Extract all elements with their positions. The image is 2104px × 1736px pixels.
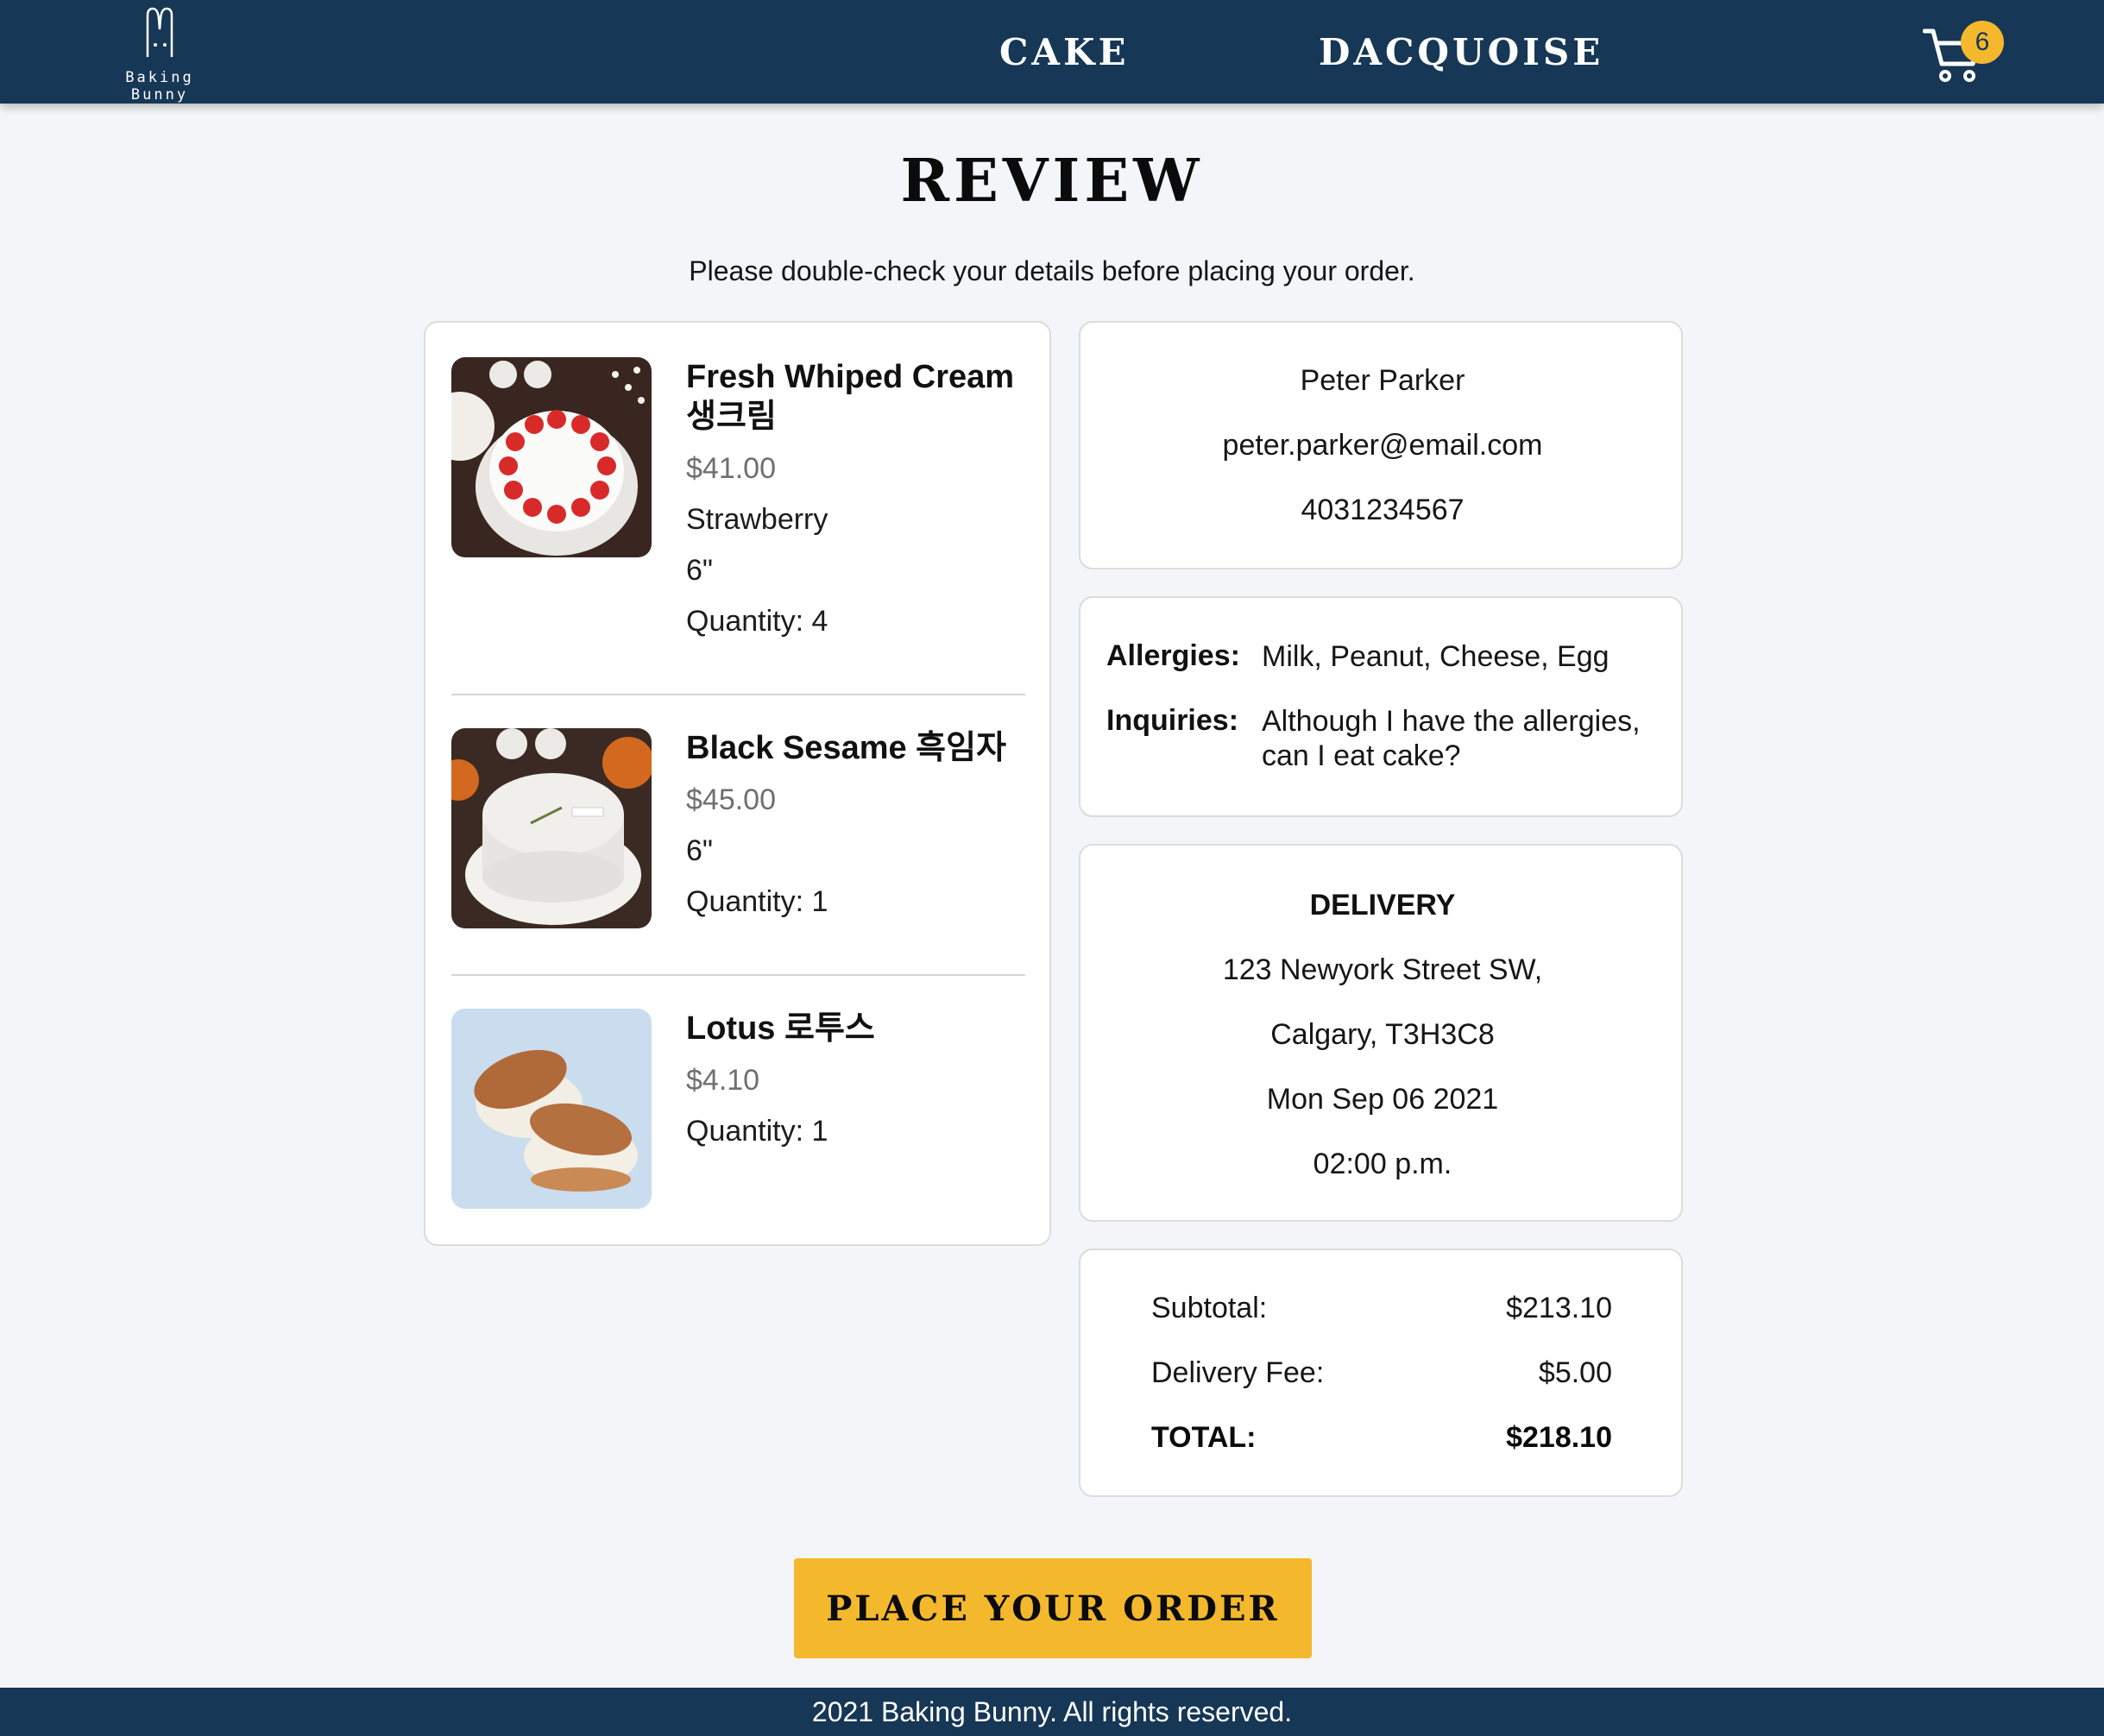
divider [451, 974, 1025, 976]
place-order-button[interactable]: PLACE YOUR ORDER [794, 1558, 1312, 1658]
delivery-city: Calgary, T3H3C8 [1270, 1018, 1495, 1051]
allergies-value: Milk, Peanut, Cheese, Egg [1262, 640, 1609, 673]
logo-text: Baking Bunny [125, 69, 194, 104]
item-price: $45.00 [686, 783, 776, 816]
delivery-street: 123 Newyork Street SW, [1222, 953, 1543, 986]
item-name: Black Sesame 흑임자 [686, 730, 1007, 766]
delivery-date: Mon Sep 06 2021 [1266, 1083, 1499, 1116]
divider [451, 694, 1025, 695]
customer-name: Peter Parker [1300, 364, 1465, 397]
totals-card: Subtotal: $213.10 Delivery Fee: $5.00 TO… [1079, 1249, 1683, 1497]
cart-count-badge: 6 [1961, 21, 2004, 64]
customer-email: peter.parker@email.com [1222, 429, 1543, 462]
delivery-card: DELIVERY 123 Newyork Street SW, Calgary,… [1079, 844, 1683, 1222]
contact-card: Peter Parker peter.parker@email.com 4031… [1079, 321, 1683, 569]
item-image-black-sesame-cake [451, 728, 652, 928]
cart-button[interactable]: 6 [1918, 17, 2004, 86]
item-size: 6" [686, 554, 713, 587]
order-items-card: Fresh Whiped Cream 생크림 $41.00 Strawberry… [424, 321, 1051, 1246]
item-quantity: Quantity: 1 [686, 1115, 828, 1148]
item-price: $4.10 [686, 1064, 760, 1097]
allergies-label: Allergies: [1106, 639, 1240, 672]
item-size: 6" [686, 834, 713, 867]
footer: 2021 Baking Bunny. All rights reserved. [0, 1688, 2104, 1736]
item-image-lotus-dacquoise [451, 1009, 652, 1209]
item-quantity: Quantity: 1 [686, 885, 828, 918]
nav-cake[interactable]: CAKE [999, 31, 1130, 73]
customer-phone: 4031234567 [1301, 494, 1465, 526]
delivery-time: 02:00 p.m. [1313, 1148, 1452, 1180]
page-title: REVIEW [900, 147, 1204, 216]
total-value: $218.10 [1506, 1421, 1612, 1454]
top-navbar: Baking Bunny CAKE DACQUOISE 6 [0, 0, 2104, 104]
delivery-fee-label: Delivery Fee: [1151, 1356, 1325, 1389]
logo[interactable]: Baking Bunny [95, 7, 224, 104]
inquiries-label: Inquiries: [1106, 704, 1239, 737]
item-quantity: Quantity: 4 [686, 605, 828, 638]
total-label: TOTAL: [1151, 1421, 1257, 1454]
item-name: Lotus 로투스 [686, 1010, 875, 1047]
item-name: Fresh Whiped Cream 생크림 [686, 359, 1015, 435]
item-image-strawberry-cake [451, 357, 652, 557]
inquiries-value: Although I have the allergies, can I eat… [1262, 705, 1641, 772]
notes-card: Allergies: Milk, Peanut, Cheese, Egg Inq… [1079, 596, 1683, 817]
nav-dacquoise[interactable]: DACQUOISE [1319, 31, 1603, 73]
subtotal-value: $213.10 [1506, 1292, 1612, 1324]
bunny-logo-icon [146, 7, 173, 57]
delivery-fee-value: $5.00 [1538, 1356, 1612, 1389]
subtotal-label: Subtotal: [1151, 1292, 1268, 1324]
page-subtitle: Please double-check your details before … [689, 255, 1415, 286]
item-price: $41.00 [686, 452, 776, 485]
item-flavor: Strawberry [686, 503, 828, 536]
delivery-title: DELIVERY [1309, 889, 1456, 921]
